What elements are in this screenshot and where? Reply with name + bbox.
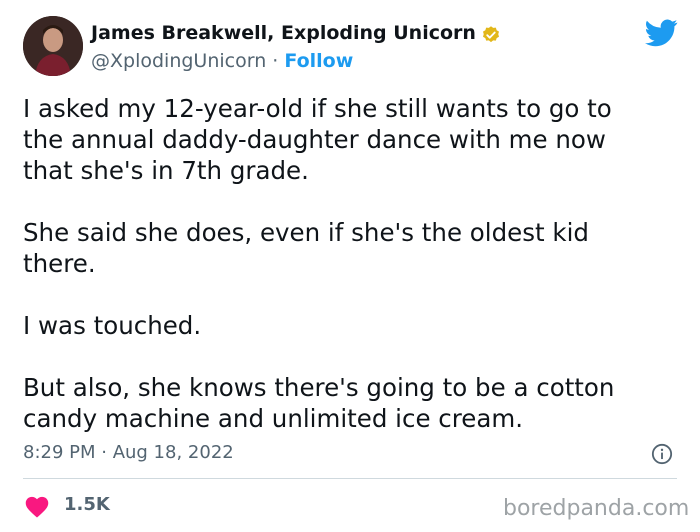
handle-separator: ·	[266, 50, 285, 72]
author-handle-row: @XplodingUnicorn · Follow	[91, 50, 353, 72]
author-display-name[interactable]: James Breakwell, Exploding Unicorn	[91, 22, 476, 44]
tweet-paragraph: But also, she knows there's going to be …	[23, 372, 683, 434]
tweet-line: candy machine and unlimited ice cream.	[23, 404, 524, 433]
like-count[interactable]: 1.5K	[64, 494, 110, 515]
tweet-line: there.	[23, 249, 96, 278]
author-handle[interactable]: @XplodingUnicorn	[91, 50, 266, 72]
twitter-bird-icon[interactable]	[645, 19, 678, 47]
tweet-line: that she's in 7th grade.	[23, 156, 309, 185]
tweet-paragraph: She said she does, even if she's the old…	[23, 217, 683, 279]
avatar[interactable]	[23, 16, 83, 76]
tweet-line: She said she does, even if she's the old…	[23, 218, 589, 247]
divider	[23, 478, 677, 479]
tweet-line: the annual daddy-daughter dance with me …	[23, 125, 606, 154]
watermark: boredpanda.com	[503, 496, 690, 521]
tweet-text: I asked my 12-year-old if she still want…	[23, 93, 683, 465]
follow-button[interactable]: Follow	[284, 50, 353, 72]
tweet-card: James Breakwell, Exploding Unicorn @Xplo…	[0, 0, 700, 532]
tweet-line: But also, she knows there's going to be …	[23, 373, 615, 402]
tweet-line: I asked my 12-year-old if she still want…	[23, 94, 612, 123]
verified-badge-icon	[483, 26, 499, 43]
info-icon[interactable]	[651, 443, 673, 465]
tweet-paragraph: I was touched.	[23, 310, 683, 341]
heart-icon[interactable]	[24, 494, 50, 518]
tweet-timestamp[interactable]: 8:29 PM · Aug 18, 2022	[23, 442, 234, 463]
tweet-paragraph: I asked my 12-year-old if she still want…	[23, 93, 683, 186]
tweet-line: I was touched.	[23, 311, 202, 340]
